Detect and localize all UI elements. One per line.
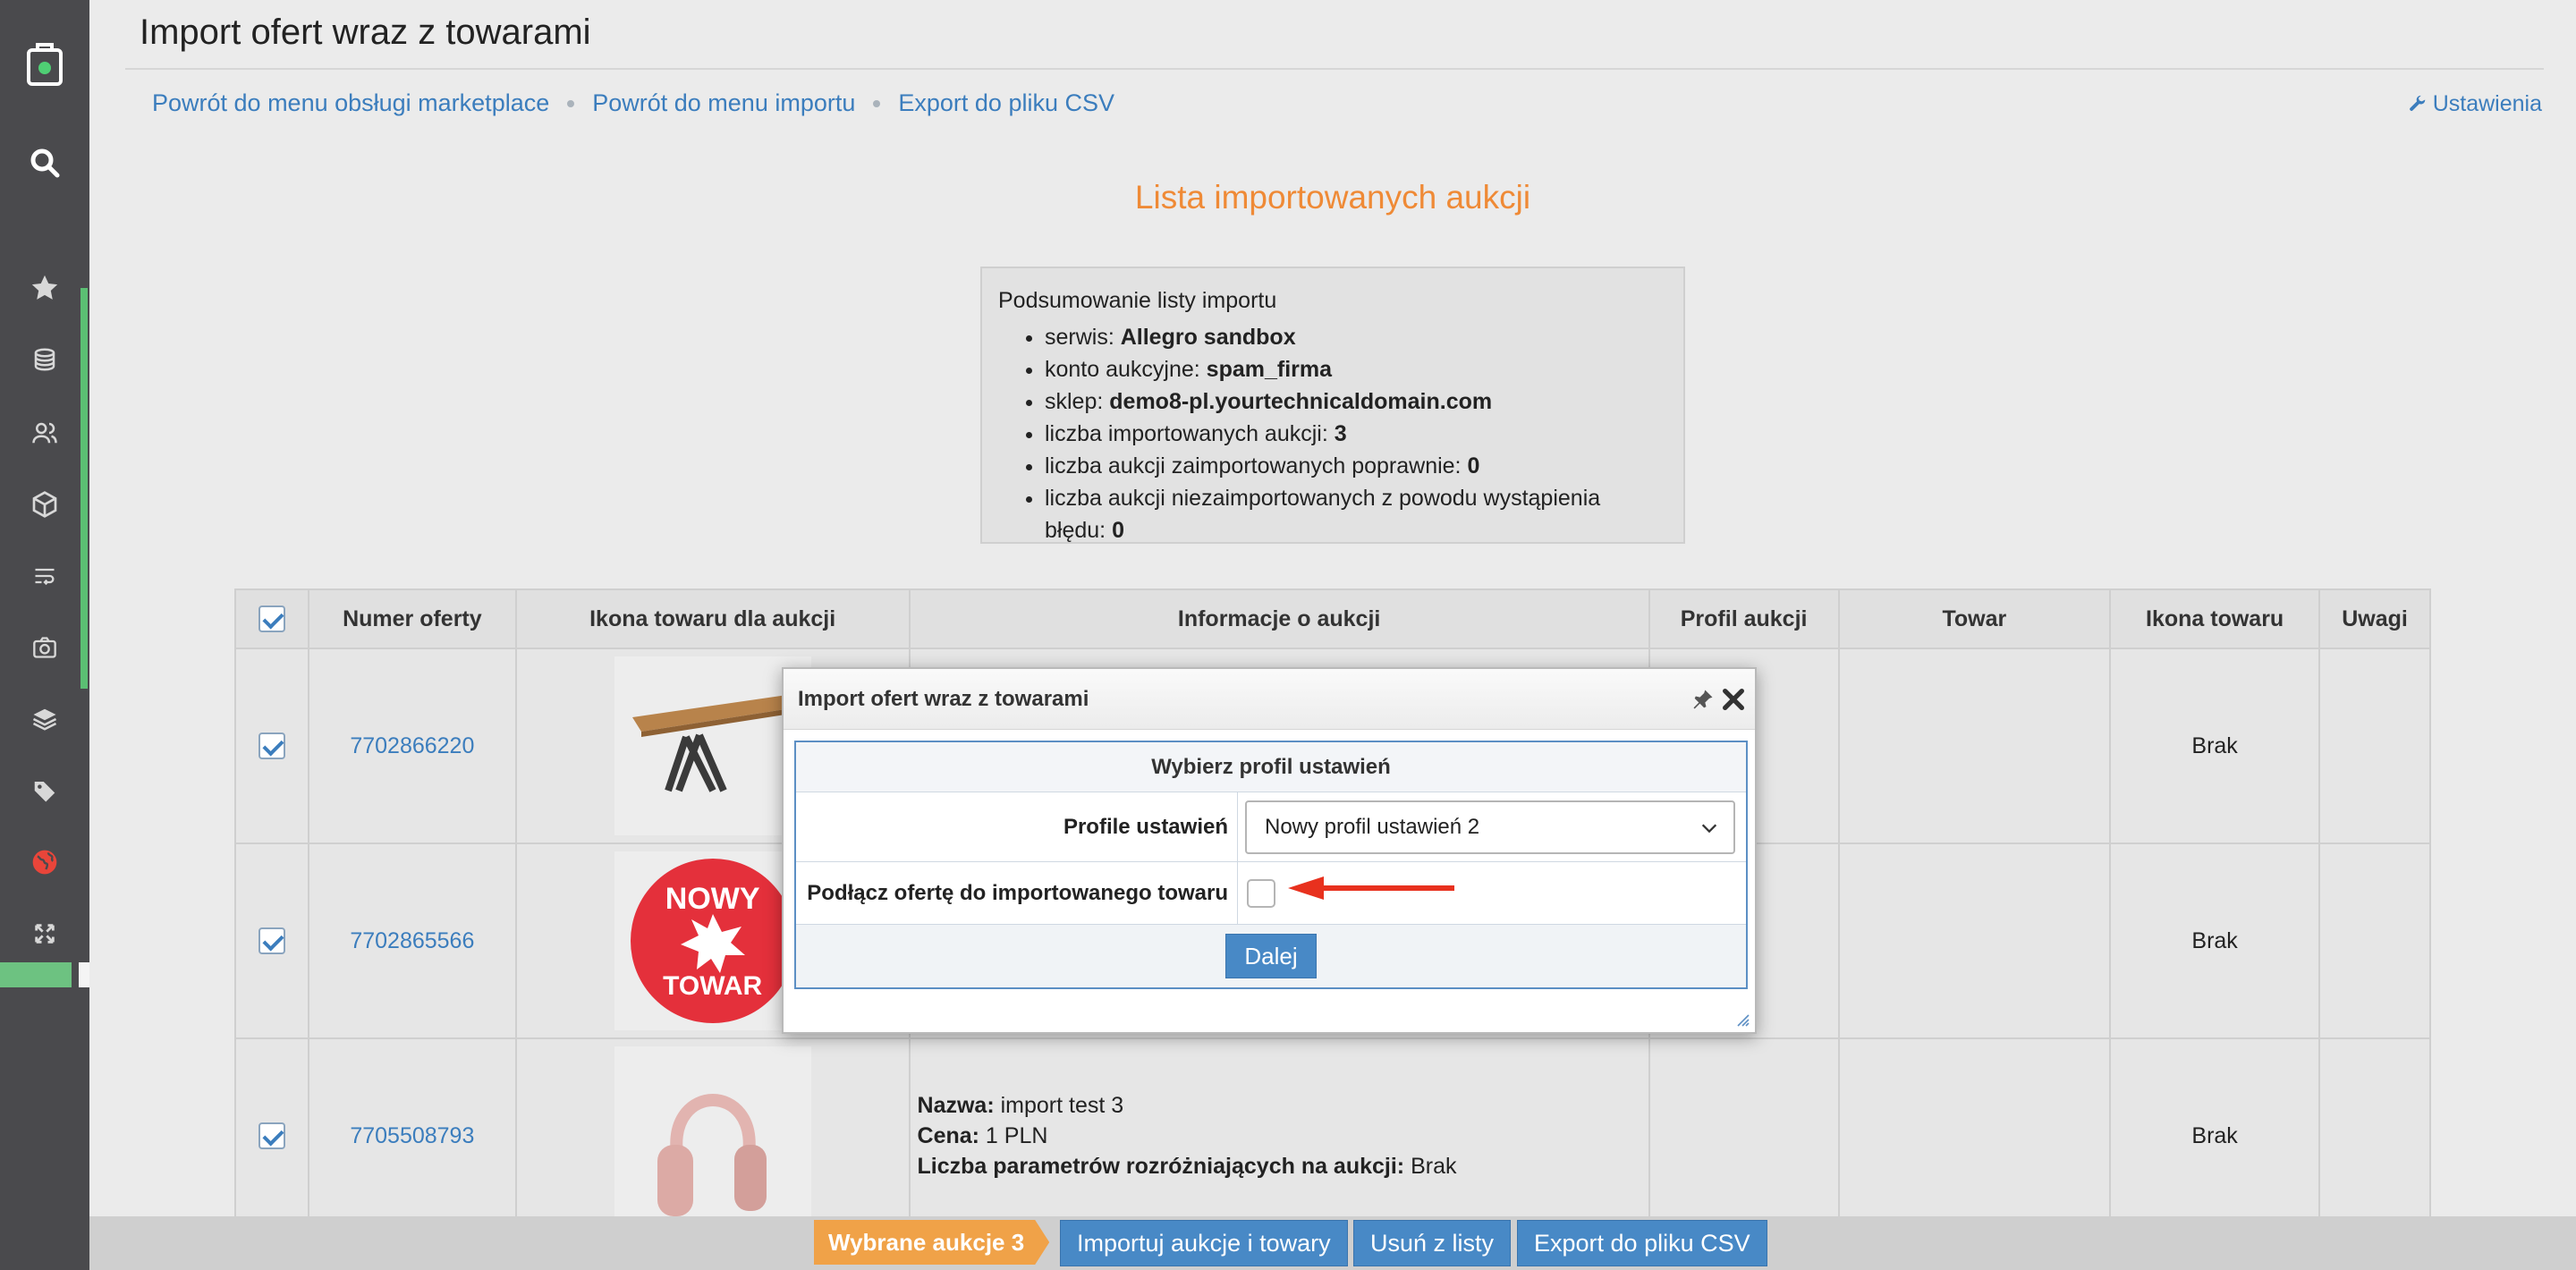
- offer-link[interactable]: 7705508793: [350, 1123, 474, 1148]
- dialog-section-title: Wybierz profil ustawień: [796, 742, 1746, 792]
- connect-row: Podłącz ofertę do importowanego towaru: [796, 862, 1746, 925]
- link-separator: [873, 99, 881, 107]
- profile-select[interactable]: Nowy profil ustawień 2: [1245, 800, 1735, 854]
- remove-from-list-button[interactable]: Usuń z listy: [1353, 1220, 1512, 1266]
- active-indicator: [80, 288, 88, 689]
- import-dialog: Import ofert wraz z towarami Wybierz pro…: [782, 667, 1757, 1034]
- import-auctions-button[interactable]: Importuj aukcje i towary: [1060, 1220, 1348, 1266]
- col-offer-number[interactable]: Numer oferty: [307, 588, 517, 649]
- selected-auctions-badge[interactable]: Wybrane aukcje 3: [814, 1220, 1049, 1265]
- offer-link[interactable]: 7702865566: [350, 928, 474, 953]
- list-title: Lista importowanych aukcji: [1134, 179, 1531, 216]
- col-product[interactable]: Towar: [1837, 588, 2112, 649]
- notes-cell: [2318, 1037, 2431, 1234]
- row-checkbox[interactable]: [258, 732, 285, 760]
- link-import-menu[interactable]: Powrót do menu importu: [592, 89, 855, 117]
- dialog-header[interactable]: Import ofert wraz z towarami: [784, 669, 1755, 730]
- table-header-row: Numer oferty Ikona towaru dla aukcji Inf…: [234, 588, 2431, 649]
- product-icon-cell: Brak: [2109, 648, 2321, 844]
- list-wrap-icon[interactable]: [23, 555, 66, 597]
- sidebar-progress-bar: [0, 962, 72, 987]
- product-cell: [1837, 648, 2112, 844]
- summary-item-count: liczba importowanych aukcji: 3: [1045, 418, 1667, 450]
- product-cell: [1837, 842, 2112, 1039]
- layers-icon[interactable]: [23, 698, 66, 741]
- summary-item-shop: sklep: demo8-pl.yourtechnicaldomain.com: [1045, 385, 1667, 418]
- connect-checkbox[interactable]: [1247, 878, 1275, 908]
- settings-label: Ustawienia: [2432, 91, 2542, 116]
- summary-item-success: liczba aukcji zaimportowanych poprawnie:…: [1045, 450, 1667, 482]
- profile-select-value: Nowy profil ustawień 2: [1265, 814, 1480, 839]
- dialog-footer: Dalej: [796, 925, 1746, 987]
- row-checkbox[interactable]: [258, 1122, 285, 1150]
- summary-item-errors: liczba aukcji niezaimportowanych z powod…: [1045, 482, 1667, 546]
- product-cell: [1837, 1037, 2112, 1234]
- link-export-csv[interactable]: Export do pliku CSV: [898, 89, 1114, 117]
- info-price: Cena: 1 PLN: [917, 1123, 1048, 1148]
- summary-item-account: konto aukcyjne: spam_firma: [1045, 353, 1667, 385]
- summary-list: serwis: Allegro sandbox konto aukcyjne: …: [998, 321, 1667, 546]
- col-product-icon[interactable]: Ikona towaru: [2109, 588, 2321, 649]
- coins-icon[interactable]: [23, 338, 66, 381]
- camera-icon[interactable]: [23, 626, 66, 669]
- col-auction-icon[interactable]: Ikona towaru dla aukcji: [514, 588, 911, 649]
- dialog-title: Import ofert wraz z towarami: [798, 686, 1089, 711]
- search-icon[interactable]: [23, 141, 66, 184]
- table-row: 7705508793 Nazwa: import test 3 Cena: 1 …: [234, 1037, 2431, 1234]
- breadcrumb-links: Powrót do menu obsługi marketplace Powró…: [152, 89, 1114, 117]
- auction-profile-cell: [1648, 1037, 1840, 1234]
- auction-info-cell: Nazwa: import test 3 Cena: 1 PLN Liczba …: [908, 1037, 1650, 1234]
- notes-cell: [2318, 648, 2431, 844]
- col-auction-profile[interactable]: Profil aukcji: [1648, 588, 1840, 649]
- wrench-icon: [2409, 95, 2425, 111]
- tags-icon[interactable]: [23, 769, 66, 812]
- summary-title: Podsumowanie listy importu: [998, 288, 1277, 313]
- settings-link[interactable]: Ustawienia: [2408, 91, 2542, 117]
- profile-row: Profile ustawień Nowy profil ustawień 2: [796, 792, 1746, 862]
- page-title: Import ofert wraz z towarami: [140, 13, 591, 52]
- link-separator: [567, 99, 575, 107]
- pin-icon[interactable]: [1690, 687, 1716, 718]
- shop-bag-icon[interactable]: [23, 41, 66, 86]
- users-icon[interactable]: [23, 411, 66, 454]
- offer-link[interactable]: 7702866220: [350, 733, 474, 758]
- profile-label: Profile ustawień: [796, 792, 1238, 861]
- notes-cell: [2318, 842, 2431, 1039]
- row-checkbox[interactable]: [258, 927, 285, 955]
- info-params: Liczba parametrów rozróżniających na auk…: [917, 1154, 1457, 1179]
- table-thumbnail: [614, 1046, 811, 1225]
- summary-item-service: serwis: Allegro sandbox: [1045, 321, 1667, 353]
- select-all-cell: [234, 588, 309, 649]
- header-divider: [125, 68, 2544, 70]
- product-icon-cell: Brak: [2109, 1037, 2321, 1234]
- import-summary: Podsumowanie listy importu serwis: Alleg…: [980, 267, 1685, 544]
- col-notes[interactable]: Uwagi: [2318, 588, 2431, 649]
- annotation-arrow-icon: [1288, 876, 1454, 900]
- dialog-form: Wybierz profil ustawień Profile ustawień…: [794, 741, 1748, 989]
- close-icon[interactable]: [1719, 685, 1748, 720]
- star-icon[interactable]: [23, 267, 66, 309]
- expand-arrows-icon[interactable]: [23, 912, 66, 955]
- product-icon-cell: Brak: [2109, 842, 2321, 1039]
- chevron-down-icon: [1701, 824, 1717, 833]
- resize-handle-icon[interactable]: [1737, 1014, 1750, 1027]
- export-csv-button[interactable]: Export do pliku CSV: [1517, 1220, 1767, 1266]
- link-marketplace-menu[interactable]: Powrót do menu obsługi marketplace: [152, 89, 549, 117]
- globe-icon[interactable]: [23, 841, 66, 884]
- select-all-checkbox[interactable]: [258, 605, 285, 633]
- info-name: Nazwa: import test 3: [917, 1093, 1124, 1118]
- connect-label: Podłącz ofertę do importowanego towaru: [796, 862, 1238, 924]
- sidebar-progress-gap: [79, 962, 89, 987]
- next-button[interactable]: Dalej: [1225, 934, 1317, 978]
- col-auction-info[interactable]: Informacje o aukcji: [908, 588, 1650, 649]
- box-icon[interactable]: [23, 483, 66, 526]
